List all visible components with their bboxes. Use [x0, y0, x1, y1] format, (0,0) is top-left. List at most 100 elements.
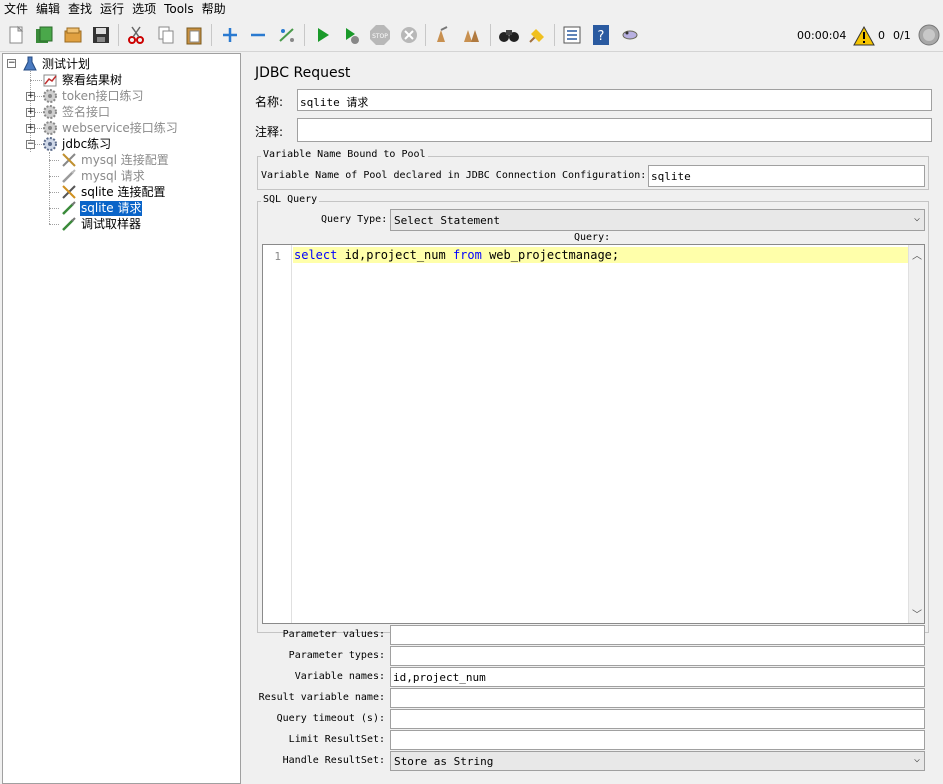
- name-input[interactable]: sqlite 请求: [297, 89, 932, 111]
- query-editor[interactable]: 1 select id,project_num from web_project…: [262, 244, 925, 624]
- query-type-value: Select Statement: [394, 214, 500, 227]
- variable-names-label: Variable names:: [294, 671, 385, 682]
- editor-scrollbar[interactable]: ︿ ﹀: [908, 245, 924, 623]
- limit-resultset-label: Limit ResultSet:: [288, 734, 385, 745]
- stop-icon[interactable]: STOP: [368, 23, 392, 47]
- jdbc-request-panel: JDBC Request 名称: sqlite 请求 注释: Variable …: [245, 53, 943, 784]
- gear-icon: [41, 104, 59, 120]
- limit-resultset-input[interactable]: [390, 730, 925, 750]
- start-no-timers-icon[interactable]: [339, 23, 363, 47]
- tree-node-mysql-request[interactable]: mysql 请求: [60, 168, 146, 184]
- tree-node-label: 调试取样器: [81, 216, 142, 231]
- collapse-all-icon[interactable]: [246, 23, 270, 47]
- tree-connector: [49, 152, 50, 224]
- clear-all-icon[interactable]: [460, 23, 484, 47]
- tree-connector: [49, 160, 59, 161]
- sql-text: id,project_num: [337, 248, 453, 262]
- query-type-label: Query Type:: [321, 214, 388, 225]
- tree-node-sqlite-request[interactable]: sqlite 请求: [60, 200, 143, 216]
- tree-node-token-thread-group[interactable]: token接口练习: [41, 88, 145, 104]
- tree-node-view-results-tree[interactable]: 察看结果树: [41, 72, 123, 88]
- expand-toggle[interactable]: +: [26, 108, 35, 117]
- menu-tools[interactable]: Tools: [160, 0, 198, 19]
- tree-connector: [49, 176, 59, 177]
- menu-options[interactable]: 选项: [128, 0, 160, 19]
- start-icon[interactable]: [311, 23, 335, 47]
- paste-icon[interactable]: [182, 23, 206, 47]
- expand-all-icon[interactable]: [218, 23, 242, 47]
- svg-text:?: ?: [598, 29, 605, 44]
- pipette-icon: [60, 168, 78, 184]
- expand-toggle[interactable]: +: [26, 92, 35, 101]
- query-type-select[interactable]: Select Statement ⌵: [390, 209, 925, 231]
- tree-node-jdbc-thread-group[interactable]: jdbc练习: [41, 136, 112, 152]
- gear-icon: [41, 136, 59, 152]
- tree-node-signature-thread-group[interactable]: 签名接口: [41, 104, 111, 120]
- toggle-icon[interactable]: [275, 23, 299, 47]
- chart-icon: [41, 72, 59, 88]
- tree-node-label: token接口练习: [62, 88, 144, 103]
- chevron-down-icon[interactable]: ﹀: [912, 606, 922, 621]
- new-file-icon[interactable]: [4, 23, 28, 47]
- tree-node-webservice-thread-group[interactable]: webservice接口练习: [41, 120, 179, 136]
- warning-icon[interactable]: [852, 24, 876, 48]
- status-indicator-icon: [917, 23, 941, 47]
- chevron-up-icon[interactable]: ︿: [912, 247, 922, 262]
- menu-file[interactable]: 文件: [0, 0, 32, 19]
- menu-edit[interactable]: 编辑: [32, 0, 64, 19]
- code-line[interactable]: select id,project_num from web_projectma…: [294, 248, 619, 262]
- menu-bar: 文件 编辑 查找 运行 选项 Tools 帮助: [0, 0, 943, 19]
- sql-keyword: select: [294, 248, 338, 262]
- sql-text: web_projectmanage;: [481, 248, 620, 262]
- tree-node-label: 察看结果树: [62, 72, 123, 87]
- shutdown-icon[interactable]: [397, 23, 421, 47]
- tree-node-label: sqlite 连接配置: [81, 184, 166, 199]
- line-number-gutter: 1: [263, 245, 292, 623]
- gear-icon: [41, 120, 59, 136]
- result-variable-name-input[interactable]: [390, 688, 925, 708]
- remote-icon[interactable]: [618, 23, 642, 47]
- reset-search-icon[interactable]: [525, 23, 549, 47]
- query-timeout-label: Query timeout (s):: [276, 713, 385, 724]
- tree-node-test-plan[interactable]: 测试计划: [21, 56, 91, 72]
- sql-keyword: from: [452, 248, 482, 262]
- copy-icon[interactable]: [154, 23, 178, 47]
- tree-node-label: webservice接口练习: [62, 120, 178, 135]
- parameter-types-input[interactable]: [390, 646, 925, 666]
- tree-node-label: jdbc练习: [62, 136, 112, 151]
- menu-help[interactable]: 帮助: [198, 0, 230, 19]
- collapse-toggle[interactable]: −: [7, 59, 16, 68]
- tree-connector: [49, 192, 59, 193]
- variable-names-input[interactable]: id,project_num: [390, 667, 925, 687]
- clear-icon[interactable]: [431, 23, 455, 47]
- cut-icon[interactable]: [124, 23, 148, 47]
- toolbar-separator: [490, 24, 491, 46]
- function-helper-icon[interactable]: [560, 23, 584, 47]
- collapse-toggle[interactable]: −: [26, 140, 35, 149]
- tree-node-mysql-config[interactable]: mysql 连接配置: [60, 152, 170, 168]
- open-icon[interactable]: [61, 23, 85, 47]
- help-icon[interactable]: ?: [589, 23, 613, 47]
- parameter-values-input[interactable]: [390, 625, 925, 645]
- tree-node-label: 签名接口: [62, 104, 111, 119]
- query-timeout-input[interactable]: [390, 709, 925, 729]
- handle-resultset-select[interactable]: Store as String ⌵: [390, 751, 925, 771]
- menu-run[interactable]: 运行: [96, 0, 128, 19]
- expand-toggle[interactable]: +: [26, 124, 35, 133]
- tree-node-debug-sampler[interactable]: 调试取样器: [60, 216, 142, 232]
- wrench-icon: [60, 184, 78, 200]
- active-threads: 0/1: [893, 29, 911, 42]
- pool-variable-input[interactable]: sqlite: [648, 165, 925, 187]
- panel-title: JDBC Request: [255, 65, 351, 81]
- comment-label: 注释:: [255, 125, 284, 139]
- pipette-icon: [60, 200, 78, 216]
- comment-input[interactable]: [297, 118, 932, 142]
- tree-node-sqlite-config[interactable]: sqlite 连接配置: [60, 184, 166, 200]
- tree-node-label: mysql 连接配置: [81, 152, 169, 167]
- menu-search[interactable]: 查找: [64, 0, 96, 19]
- flask-icon: [21, 56, 39, 72]
- test-plan-tree[interactable]: − + + + − 测试计划 察看结果树 token接口练习 签名接口 webs…: [2, 53, 241, 784]
- templates-icon[interactable]: [32, 23, 56, 47]
- search-icon[interactable]: [497, 23, 521, 47]
- save-icon[interactable]: [89, 23, 113, 47]
